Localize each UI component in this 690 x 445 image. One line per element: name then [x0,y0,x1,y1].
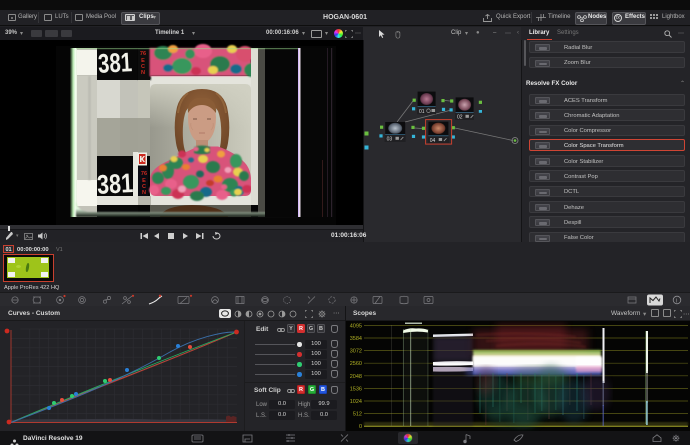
svg-text:01: 01 [419,109,425,115]
svg-text:3072: 3072 [350,349,362,355]
svg-text:N: N [142,190,146,196]
svg-text:3584: 3584 [350,336,362,342]
svg-text:4095: 4095 [350,323,362,329]
svg-text:i: i [676,297,677,304]
svg-text:03: 03 [387,137,393,143]
svg-text:N: N [141,70,145,76]
svg-text:2048: 2048 [350,374,362,380]
svg-text:1024: 1024 [350,399,362,405]
svg-text:512: 512 [353,412,362,418]
svg-text:1536: 1536 [350,386,362,392]
svg-text:04: 04 [430,138,436,144]
svg-text:0: 0 [359,424,362,430]
svg-text:381: 381 [96,168,134,200]
svg-text:02: 02 [457,115,463,121]
svg-text:381: 381 [97,47,133,79]
svg-text:2560: 2560 [350,361,362,367]
svg-text:76: 76 [141,171,147,177]
svg-text:76: 76 [140,51,146,57]
